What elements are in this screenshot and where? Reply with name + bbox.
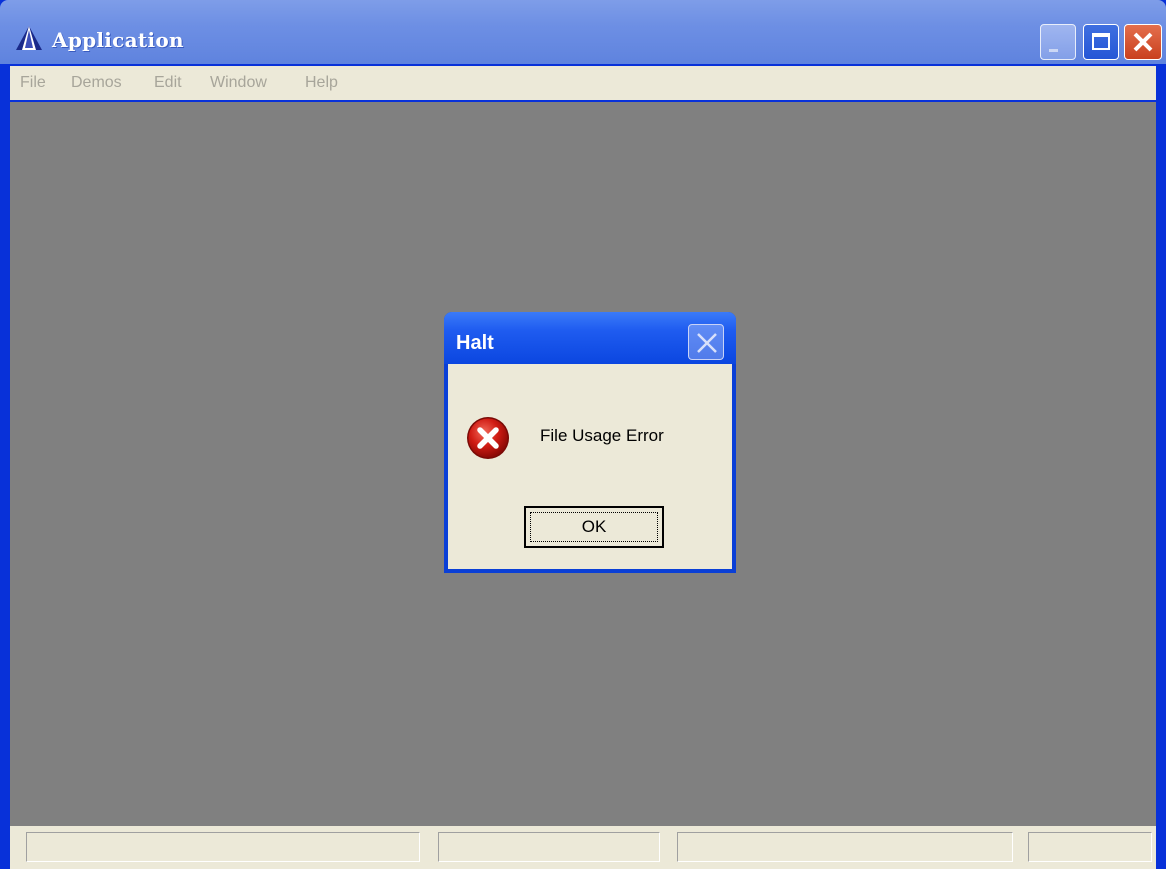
minimize-button[interactable] bbox=[1040, 24, 1076, 60]
close-button[interactable] bbox=[1124, 24, 1162, 60]
error-message: File Usage Error bbox=[540, 426, 664, 445]
close-icon bbox=[1133, 32, 1153, 52]
dialog-title: Halt bbox=[456, 332, 494, 354]
status-panel-1 bbox=[26, 832, 420, 862]
ok-button[interactable]: OK bbox=[524, 506, 664, 548]
application-window: Application File Demos Edit Window Help … bbox=[0, 0, 1166, 869]
menu-bar: File Demos Edit Window Help bbox=[10, 66, 1156, 100]
menu-item-file[interactable]: File bbox=[20, 74, 46, 92]
menu-item-window[interactable]: Window bbox=[210, 74, 267, 92]
status-panel-2 bbox=[438, 832, 660, 862]
dialog-close-button[interactable] bbox=[688, 324, 724, 360]
app-pyramid-icon bbox=[16, 26, 42, 50]
minimize-icon bbox=[1049, 49, 1058, 52]
window-title: Application bbox=[52, 28, 184, 52]
menu-item-edit[interactable]: Edit bbox=[154, 74, 182, 92]
maximize-icon bbox=[1092, 33, 1110, 50]
dialog-body: File Usage Error OK bbox=[448, 364, 732, 569]
title-bar[interactable]: Application bbox=[0, 0, 1166, 64]
menu-item-demos[interactable]: Demos bbox=[71, 74, 122, 92]
dialog-title-bar[interactable]: Halt bbox=[444, 312, 736, 364]
menu-item-help[interactable]: Help bbox=[305, 74, 338, 92]
maximize-button[interactable] bbox=[1083, 24, 1119, 60]
error-icon bbox=[467, 417, 509, 459]
ok-button-label: OK bbox=[581, 517, 607, 536]
status-panel-3 bbox=[677, 832, 1013, 862]
status-bar bbox=[10, 826, 1156, 869]
status-panel-4 bbox=[1028, 832, 1152, 862]
close-icon bbox=[697, 333, 717, 353]
halt-dialog: Halt File Usage Error OK bbox=[444, 312, 736, 573]
